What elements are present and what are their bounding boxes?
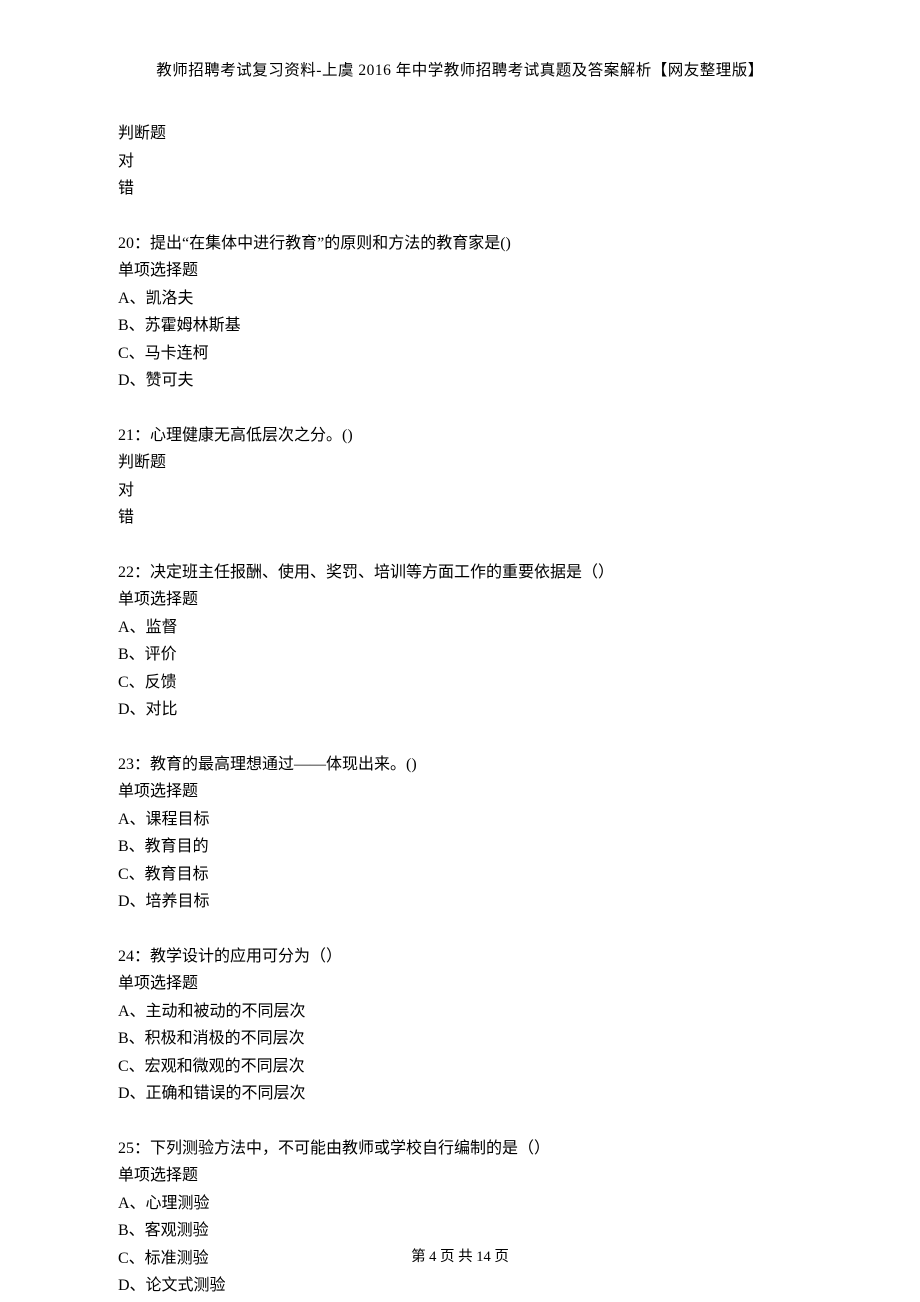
option: 错 xyxy=(118,175,802,203)
option: A、主动和被动的不同层次 xyxy=(118,998,802,1026)
page: 教师招聘考试复习资料-上虞 2016 年中学教师招聘考试真题及答案解析【网友整理… xyxy=(0,0,920,1302)
question-stem: 20：提出“在集体中进行教育”的原则和方法的教育家是() xyxy=(118,230,802,258)
option: D、赞可夫 xyxy=(118,367,802,395)
question-22: 22：决定班主任报酬、使用、奖罚、培训等方面工作的重要依据是（） 单项选择题 A… xyxy=(118,559,802,724)
option: B、苏霍姆林斯基 xyxy=(118,312,802,340)
option: A、心理测验 xyxy=(118,1190,802,1218)
option: C、反馈 xyxy=(118,669,802,697)
option: D、对比 xyxy=(118,696,802,724)
question-type: 单项选择题 xyxy=(118,1162,802,1190)
question-stem: 21：心理健康无高低层次之分。() xyxy=(118,422,802,450)
option: C、宏观和微观的不同层次 xyxy=(118,1053,802,1081)
question-stem: 25：下列测验方法中，不可能由教师或学校自行编制的是（） xyxy=(118,1135,802,1163)
question-21: 21：心理健康无高低层次之分。() 判断题 对 错 xyxy=(118,422,802,532)
question-25: 25：下列测验方法中，不可能由教师或学校自行编制的是（） 单项选择题 A、心理测… xyxy=(118,1135,802,1300)
page-footer: 第 4 页 共 14 页 xyxy=(0,1245,920,1266)
question-type: 单项选择题 xyxy=(118,970,802,998)
option: 错 xyxy=(118,504,802,532)
option: D、论文式测验 xyxy=(118,1272,802,1300)
option: B、客观测验 xyxy=(118,1217,802,1245)
question-type: 单项选择题 xyxy=(118,257,802,285)
option: 对 xyxy=(118,477,802,505)
option: C、教育目标 xyxy=(118,861,802,889)
question-stem: 24：教学设计的应用可分为（） xyxy=(118,943,802,971)
option: A、凯洛夫 xyxy=(118,285,802,313)
question-23: 23：教育的最高理想通过——体现出来。() 单项选择题 A、课程目标 B、教育目… xyxy=(118,751,802,916)
question-type: 判断题 xyxy=(118,449,802,477)
option: A、课程目标 xyxy=(118,806,802,834)
option: B、评价 xyxy=(118,641,802,669)
option: A、监督 xyxy=(118,614,802,642)
question-stem: 23：教育的最高理想通过——体现出来。() xyxy=(118,751,802,779)
option: 对 xyxy=(118,148,802,176)
question-19-tail: 判断题 对 错 xyxy=(118,120,802,203)
question-type: 单项选择题 xyxy=(118,586,802,614)
question-type: 单项选择题 xyxy=(118,778,802,806)
option: B、教育目的 xyxy=(118,833,802,861)
question-24: 24：教学设计的应用可分为（） 单项选择题 A、主动和被动的不同层次 B、积极和… xyxy=(118,943,802,1108)
page-header: 教师招聘考试复习资料-上虞 2016 年中学教师招聘考试真题及答案解析【网友整理… xyxy=(118,58,802,80)
question-type: 判断题 xyxy=(118,120,802,148)
content-body: 判断题 对 错 20：提出“在集体中进行教育”的原则和方法的教育家是() 单项选… xyxy=(118,120,802,1300)
question-20: 20：提出“在集体中进行教育”的原则和方法的教育家是() 单项选择题 A、凯洛夫… xyxy=(118,230,802,395)
option: C、马卡连柯 xyxy=(118,340,802,368)
option: D、正确和错误的不同层次 xyxy=(118,1080,802,1108)
option: B、积极和消极的不同层次 xyxy=(118,1025,802,1053)
option: D、培养目标 xyxy=(118,888,802,916)
question-stem: 22：决定班主任报酬、使用、奖罚、培训等方面工作的重要依据是（） xyxy=(118,559,802,587)
